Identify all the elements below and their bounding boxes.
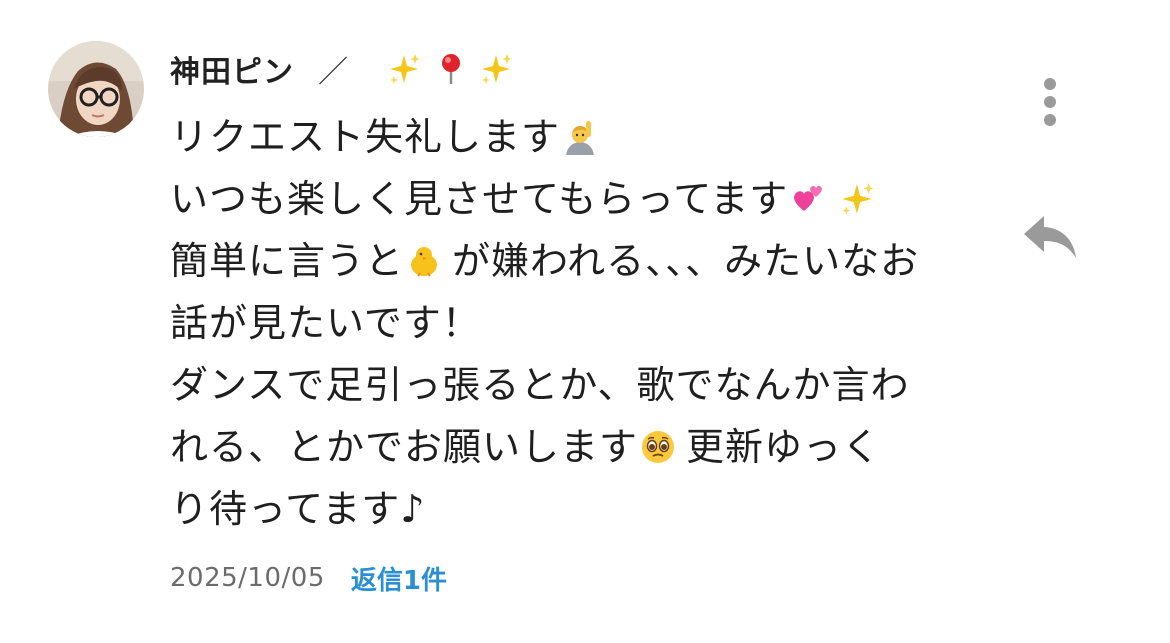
author-decoration: ／ xyxy=(318,47,526,91)
comment-header: 神田ピン ／ xyxy=(170,44,526,94)
sparkles-icon xyxy=(480,52,514,86)
comment-line-prefix: れる、とかでお願いします xyxy=(170,425,639,469)
view-replies-link[interactable]: 返信1件 xyxy=(351,560,447,597)
comment-item: 神田ピン ／ リクエスト失礼します いつも楽しく見させてもらってます 簡単に言う… xyxy=(0,0,1170,643)
comment-line: り待ってます♪ xyxy=(170,478,970,540)
comment-line: リクエスト失礼します xyxy=(170,106,970,168)
comment-line-text: り待ってます♪ xyxy=(170,487,426,531)
comment-line-text: いつも楽しく見させてもらってます xyxy=(170,177,789,221)
round-pushpin-icon xyxy=(434,52,468,86)
comment-line: ダンスで足引っ張るとか、歌でなんか言わ xyxy=(170,354,970,416)
hatching-chick-icon xyxy=(406,243,442,279)
author-separator: ／ xyxy=(318,55,348,90)
comment-line: 簡単に言うと が嫌われる、、、みたいなお xyxy=(170,230,970,292)
pleading-face-icon xyxy=(640,429,676,465)
comment-meta: 2025/10/05 返信1件 xyxy=(170,558,447,598)
reply-button[interactable] xyxy=(1020,210,1082,266)
comment-line-suffix: 更新ゆっく xyxy=(686,425,882,469)
person-raising-hand-icon xyxy=(562,119,598,155)
comment-line-text: ダンスで足引っ張るとか、歌でなんか言わ xyxy=(170,363,910,407)
more-options-button[interactable] xyxy=(1030,72,1070,132)
comment-line: れる、とかでお願いします 更新ゆっく xyxy=(170,416,970,478)
two-hearts-icon xyxy=(790,181,826,217)
comment-date: 2025/10/05 xyxy=(170,563,325,593)
avatar[interactable] xyxy=(48,41,144,137)
author-name[interactable]: 神田ピン xyxy=(170,47,294,91)
comment-line-text: 話が見たいです！ xyxy=(170,301,481,345)
comment-body: リクエスト失礼します いつも楽しく見させてもらってます 簡単に言うと が嫌われる… xyxy=(170,106,970,540)
vertical-ellipsis-icon xyxy=(1044,78,1056,126)
comment-line-text: リクエスト失礼します xyxy=(170,115,561,159)
comment-line: 話が見たいです！ xyxy=(170,292,970,354)
comment-line: いつも楽しく見させてもらってます xyxy=(170,168,970,230)
comment-line-prefix: 簡単に言うと xyxy=(170,239,405,283)
sparkles-icon xyxy=(840,181,876,217)
sparkles-icon xyxy=(388,52,422,86)
reply-arrow-icon xyxy=(1024,216,1076,258)
comment-line-suffix: が嫌われる、、、みたいなお xyxy=(452,239,920,283)
avatar-image xyxy=(48,41,144,137)
